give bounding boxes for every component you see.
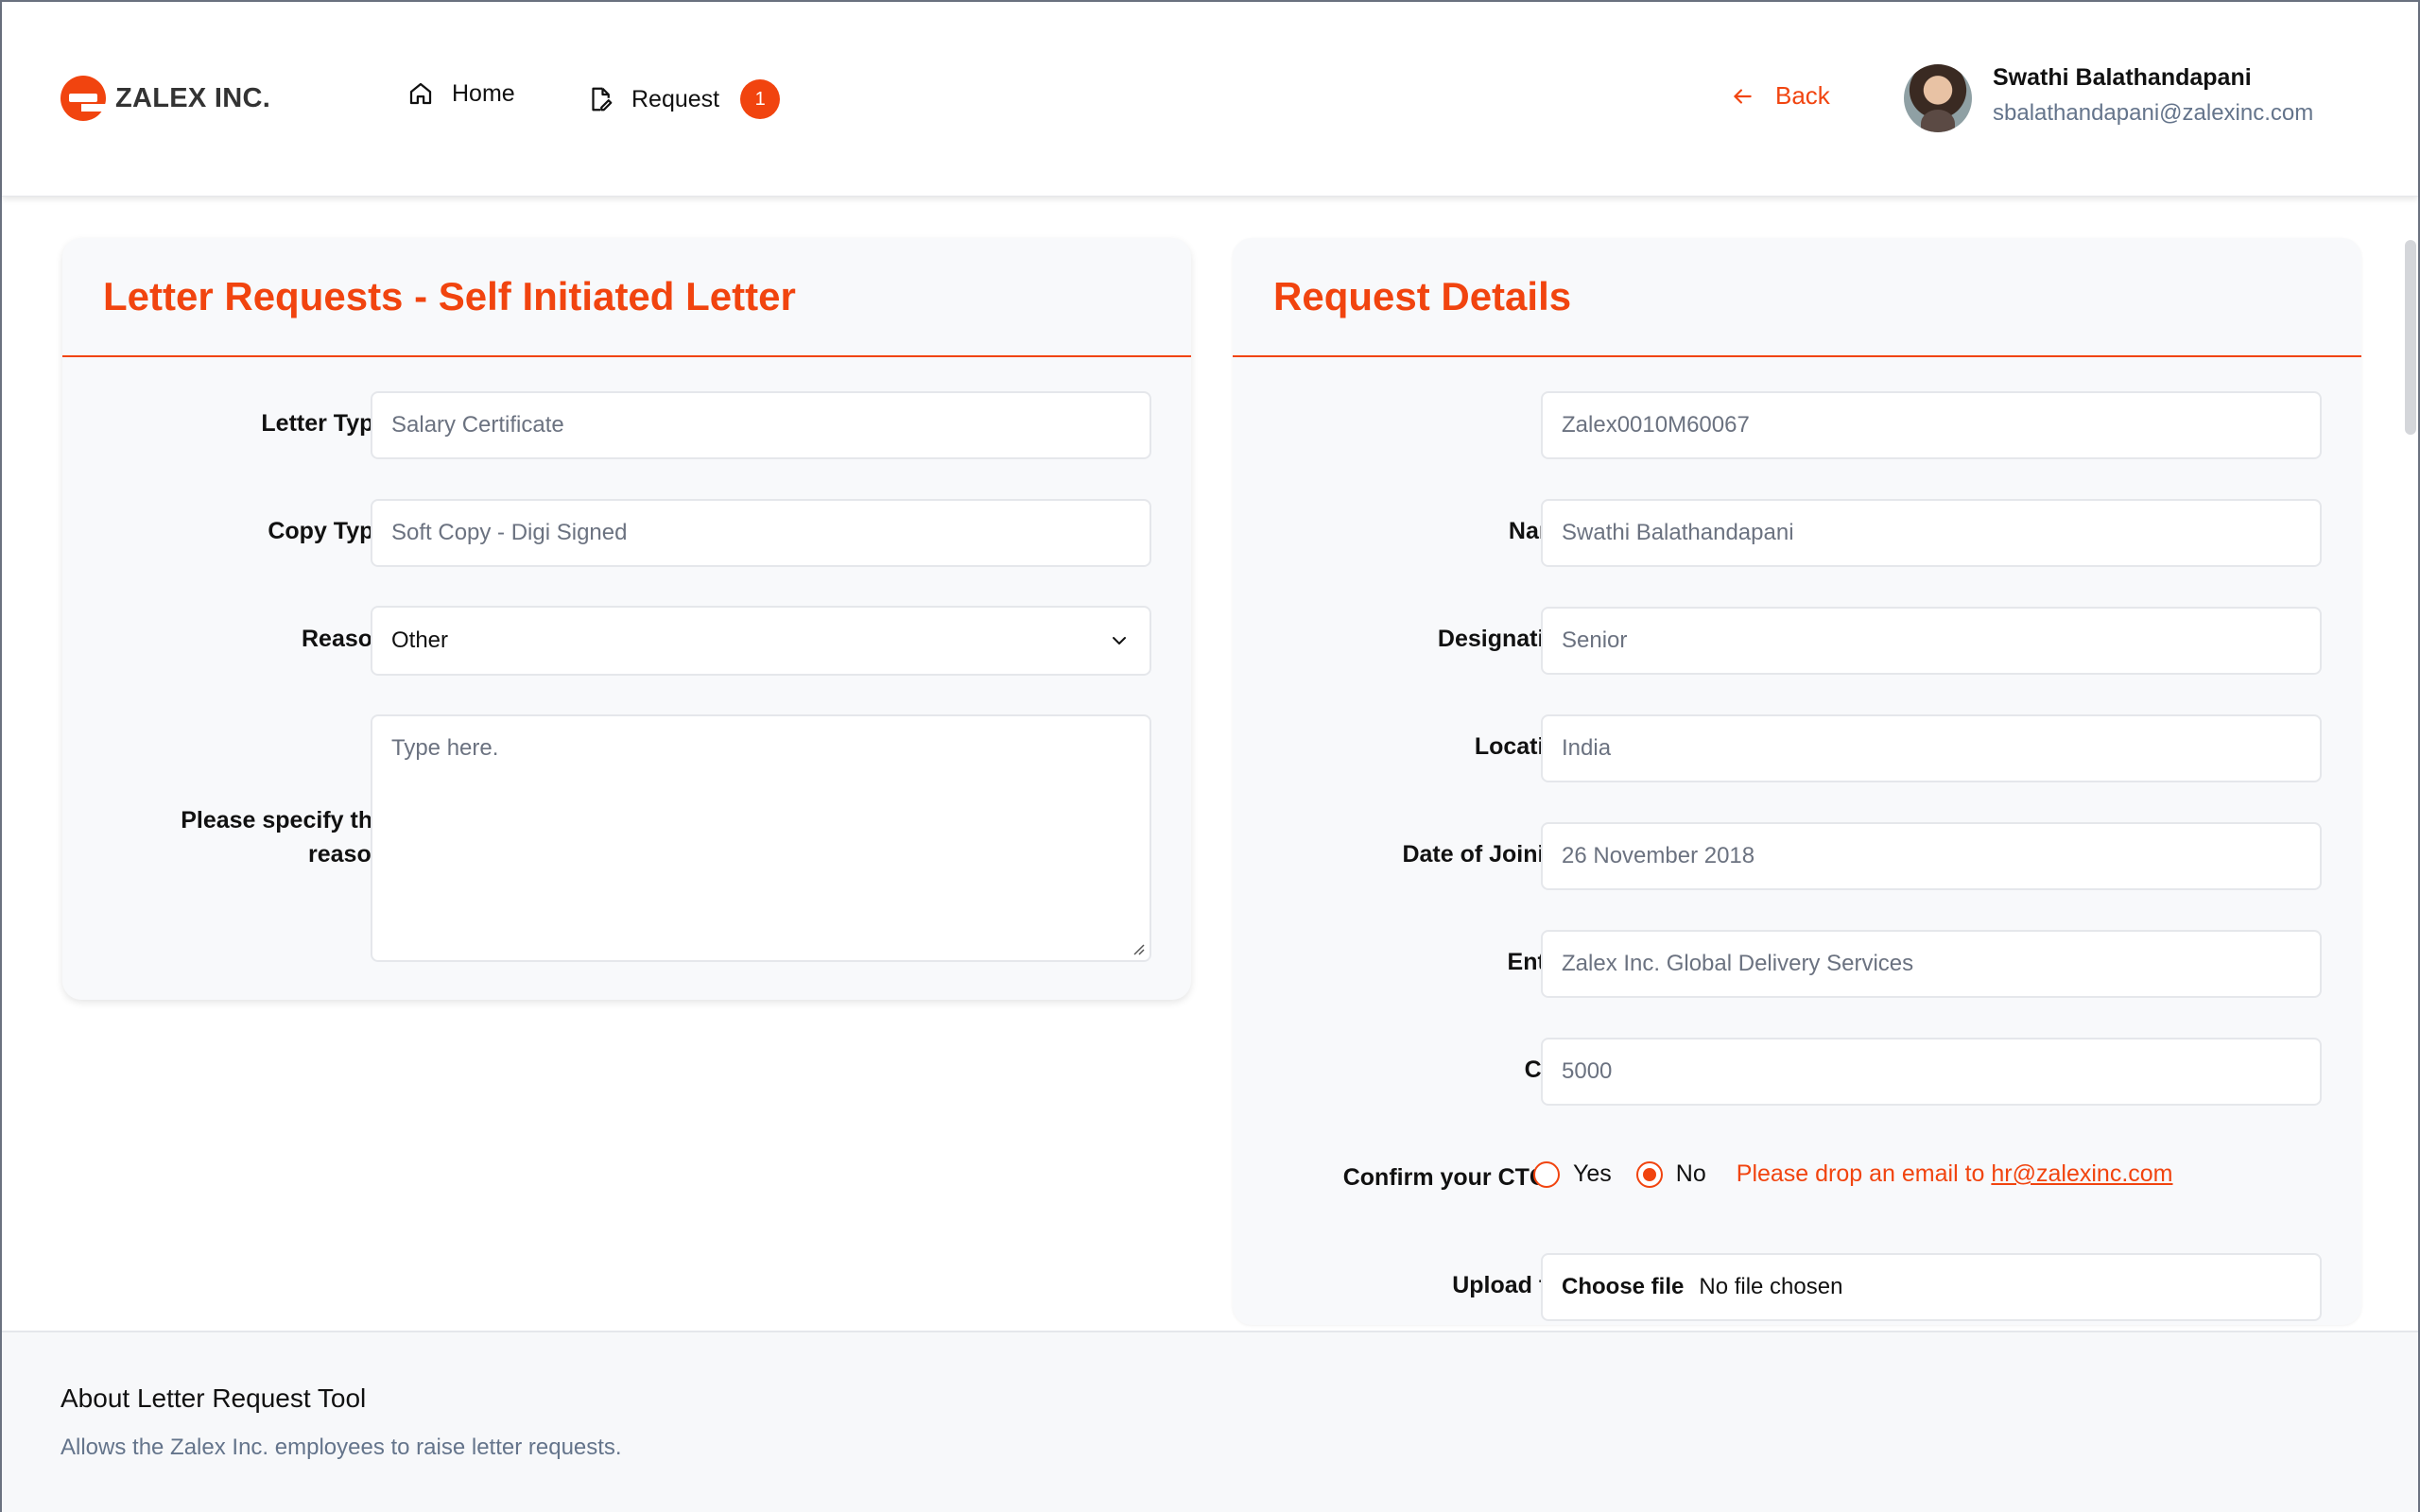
scrollbar-thumb[interactable]: [2405, 240, 2416, 435]
footer-title: About Letter Request Tool: [60, 1383, 367, 1413]
title-divider: [62, 355, 1191, 357]
logo-text: ZALEX INC.: [115, 82, 271, 113]
designation-label: Designation: [1437, 626, 1573, 652]
ctc-field[interactable]: 5000: [1541, 1038, 2322, 1106]
location-label: Location: [1474, 733, 1573, 760]
copy-type-field[interactable]: Soft Copy - Digi Signed: [371, 499, 1151, 567]
arrow-left-icon: [1734, 88, 1752, 104]
nav-request[interactable]: Request 1: [586, 79, 781, 119]
ctc-email-note: Please drop an email to hr@zalexinc.com: [1736, 1160, 2173, 1187]
back-button[interactable]: Back: [1730, 81, 1830, 111]
user-name: Swathi Balathandapani: [1993, 64, 2252, 91]
footer-description: Allows the Zalex Inc. employees to raise…: [60, 1435, 622, 1460]
name-field[interactable]: Swathi Balathandapani: [1541, 499, 2322, 567]
date-of-joining-label: Date of Joining: [1402, 841, 1573, 868]
letter-request-title: Letter Requests - Self Initiated Letter: [103, 274, 796, 318]
letter-request-card: Letter Requests - Self Initiated Letter …: [62, 238, 1191, 1000]
home-icon: [409, 82, 432, 105]
name-label: Name: [1289, 518, 1573, 545]
choose-file-button[interactable]: Choose file: [1562, 1274, 1684, 1300]
request-count-badge: 1: [740, 79, 781, 119]
company-logo[interactable]: ZALEX INC.: [60, 76, 270, 121]
document-edit-icon: [592, 87, 613, 112]
back-label: Back: [1775, 81, 1830, 110]
footer: About Letter Request Tool Allows the Zal…: [2, 1331, 2418, 1512]
confirm-ctc-label: Confirm your CTC: [1342, 1164, 1547, 1191]
top-header: ZALEX INC. Home Request 1 Back Swathi Ba…: [2, 2, 2418, 197]
reason-select[interactable]: Other: [371, 606, 1151, 676]
hr-email-link[interactable]: hr@zalexinc.com: [1991, 1160, 2172, 1187]
resize-handle-icon[interactable]: [1131, 941, 1146, 956]
letter-type-field[interactable]: Salary Certificate: [371, 391, 1151, 459]
ctc-no-radio[interactable]: [1635, 1160, 1663, 1188]
details-title-divider: [1233, 355, 2361, 357]
nav-home-label: Home: [452, 79, 515, 107]
nav-request-label: Request: [631, 85, 720, 112]
reason-selected-value: Other: [391, 627, 449, 653]
avatar[interactable]: [1904, 64, 1972, 132]
location-field[interactable]: India: [1541, 714, 2322, 782]
request-details-title: Request Details: [1273, 274, 1572, 318]
date-of-joining-field[interactable]: 26 November 2018: [1541, 822, 2322, 890]
ctc-no-label: No: [1675, 1160, 1706, 1187]
ctc-label: CTC: [1289, 1057, 1573, 1084]
upload-file-label: Upload file: [1452, 1272, 1573, 1298]
reason-textarea-placeholder: Type here.: [391, 735, 499, 761]
ctc-yes-label: Yes: [1573, 1160, 1612, 1187]
user-email: sbalathandapani@zalexinc.com: [1993, 100, 2314, 126]
designation-field[interactable]: Senior: [1541, 607, 2322, 675]
entity-field[interactable]: Zalex Inc. Global Delivery Services: [1541, 930, 2322, 998]
entity-label: Entity: [1289, 949, 1573, 976]
ctc-yes-radio[interactable]: [1533, 1160, 1560, 1188]
nav-home[interactable]: Home: [406, 79, 515, 108]
specify-reason-label: Please specify the reason: [181, 807, 386, 868]
confirm-ctc-options: Yes No Please drop an email to hr@zalexi…: [1533, 1160, 2173, 1188]
reason-textarea[interactable]: Type here.: [371, 714, 1151, 962]
id-label: ID: [1289, 410, 1573, 438]
id-field[interactable]: Zalex0010M60067: [1541, 391, 2322, 459]
logo-icon: [60, 76, 106, 121]
file-status: No file chosen: [1699, 1274, 1843, 1299]
chevron-down-icon: [1113, 637, 1126, 644]
file-input[interactable]: Choose file No file chosen: [1541, 1253, 2322, 1321]
